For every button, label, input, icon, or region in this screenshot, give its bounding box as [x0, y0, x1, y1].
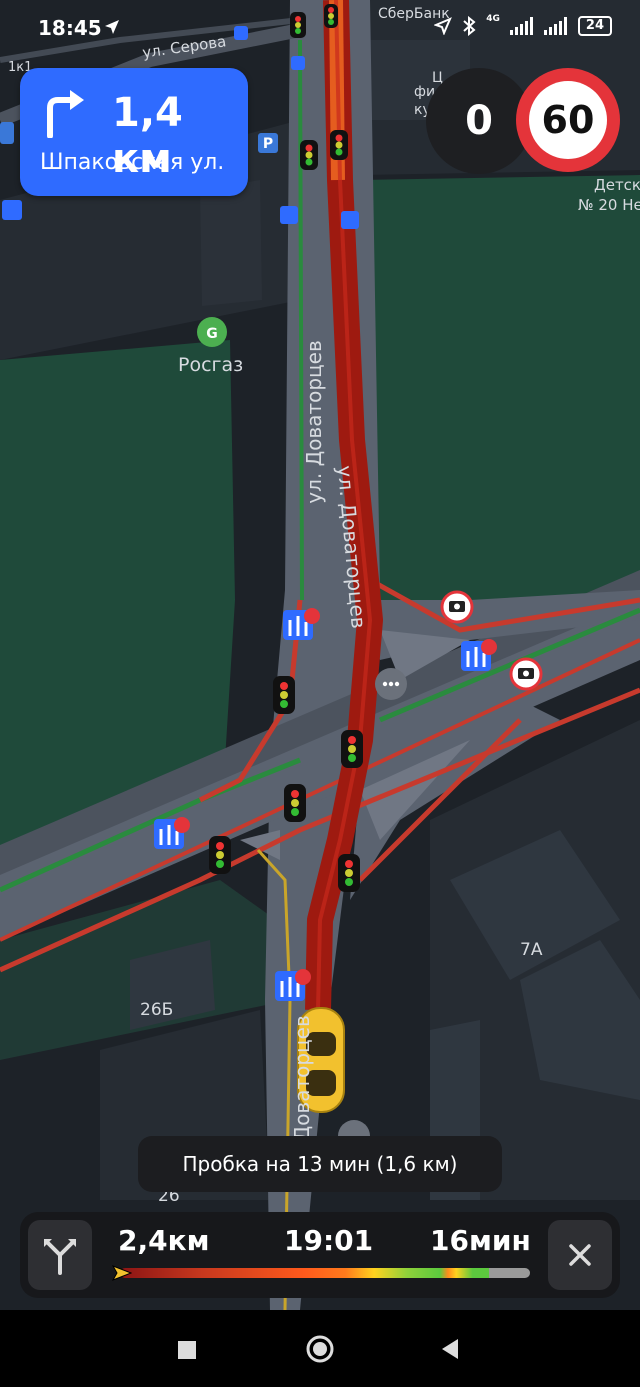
signal-icon — [509, 17, 533, 35]
arrival-time: 19:01 — [284, 1224, 374, 1257]
parking-icon — [0, 122, 14, 144]
route-overview-icon — [44, 1239, 76, 1275]
maneuver-card[interactable]: 1,4 км Шпаковская ул. — [20, 68, 248, 196]
bus-stop-icon — [2, 200, 22, 220]
close-icon — [569, 1244, 591, 1266]
battery-indicator: 24 — [577, 16, 612, 36]
poi-label: № 20 Не — [578, 196, 640, 214]
traffic-light-icon — [341, 730, 363, 768]
route-info-panel[interactable]: 2,4км 19:01 16мин — [20, 1212, 620, 1298]
status-time: 18:45 — [38, 16, 102, 40]
remaining-distance: 2,4км — [118, 1224, 210, 1257]
bluetooth-icon — [463, 16, 476, 36]
poi-label: Детск — [594, 176, 640, 194]
poi-label-rosgaz: Росгаз — [178, 354, 244, 376]
building-number-label: 7А — [520, 940, 543, 960]
speed-limit-value: 60 — [529, 81, 607, 159]
turn-right-icon — [47, 90, 84, 138]
svg-text:P: P — [263, 136, 273, 152]
traffic-free-line — [298, 39, 304, 601]
traffic-light-icon — [300, 140, 318, 170]
status-bar: 18:45 4G 24 — [0, 0, 640, 60]
park-area — [360, 175, 640, 610]
close-route-button[interactable] — [548, 1220, 612, 1290]
navigation-map[interactable]: P G — [0, 0, 640, 1310]
traffic-light-icon — [209, 836, 231, 874]
traffic-light-icon — [273, 676, 295, 714]
bus-stop-icon — [341, 211, 359, 229]
signal-icon — [543, 17, 567, 35]
traffic-notice: Пробка на 13 мин (1,6 км) — [138, 1136, 502, 1192]
speed-limit-sign: 60 — [516, 68, 620, 172]
gas-station-icon[interactable]: G — [197, 317, 227, 347]
route-overview-button[interactable] — [28, 1220, 92, 1290]
current-position-marker-icon — [112, 1265, 132, 1281]
traffic-light-icon — [330, 130, 348, 160]
bus-stop-icon — [280, 206, 298, 224]
recent-apps-icon[interactable] — [177, 1340, 197, 1360]
network-type: 4G — [486, 14, 500, 24]
parking-icon: P — [258, 133, 278, 153]
maneuver-street: Шпаковская ул. — [40, 150, 225, 175]
home-icon[interactable] — [305, 1334, 335, 1364]
building-number-label: 26Б — [140, 1000, 174, 1020]
street-label: ул. Доваторцев — [301, 340, 326, 504]
route-traffic-progress-bar — [120, 1268, 530, 1278]
speed-camera-icon[interactable] — [509, 657, 543, 691]
road-comment-icon[interactable] — [375, 668, 407, 700]
back-icon[interactable] — [440, 1338, 460, 1360]
svg-text:G: G — [206, 326, 218, 342]
location-arrow-icon — [105, 20, 119, 34]
building — [200, 180, 262, 306]
system-navigation-bar — [0, 1310, 640, 1387]
traffic-light-icon — [338, 854, 360, 892]
speed-camera-icon[interactable] — [440, 590, 474, 624]
status-icons: 4G 24 — [434, 14, 612, 36]
navigation-icon — [434, 17, 453, 35]
remaining-time: 16мин — [430, 1224, 531, 1257]
traffic-light-icon — [284, 784, 306, 822]
